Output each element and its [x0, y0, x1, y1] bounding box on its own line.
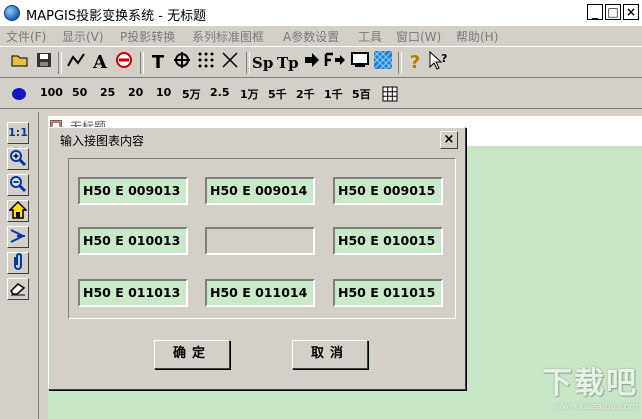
sheet-cell-r3c2[interactable]: H50 E 011014 [205, 279, 315, 307]
menu-params[interactable]: A参数设置 [283, 28, 339, 45]
main-toolbar: A T Sp Tp ? ? [0, 46, 642, 78]
dialog-title: 输入接图表内容 [60, 134, 145, 148]
menu-bar: 文件(F) 显示(V) P投影转换 系列标准图框 A参数设置 工具 窗口(W) … [0, 26, 642, 46]
zoom-out-icon[interactable] [7, 174, 29, 196]
zoom-in-icon[interactable] [7, 148, 29, 170]
blue-dot-icon[interactable] [12, 88, 26, 100]
open-folder-icon[interactable] [10, 51, 30, 75]
watermark-text: 下载吧 [542, 366, 638, 401]
arrow-right-icon[interactable] [302, 51, 322, 75]
scale-1qian-button[interactable]: 1千 [324, 86, 343, 102]
sheet-cell-center-empty[interactable] [205, 227, 315, 255]
toolbar-separator [246, 52, 250, 74]
close-button[interactable]: × [623, 4, 639, 20]
dots-grid-icon[interactable] [196, 51, 216, 75]
menu-help[interactable]: 帮助(H) [456, 28, 498, 45]
scale-50-button[interactable]: 50 [72, 86, 87, 99]
menu-projection[interactable]: P投影转换 [120, 28, 175, 45]
scale-5bai-button[interactable]: 5百 [352, 86, 371, 102]
pan-arrow-icon[interactable] [7, 226, 29, 248]
menu-frame[interactable]: 系列标准图框 [192, 28, 264, 45]
text-tool-button[interactable]: A [90, 51, 110, 75]
toolbar-separator [398, 52, 402, 74]
sheet-cell-r2c3[interactable]: H50 E 010015 [333, 227, 443, 255]
ok-button[interactable]: 确定 [154, 340, 230, 369]
scale-100-button[interactable]: 100 [40, 86, 63, 99]
menu-window[interactable]: 窗口(W) [396, 28, 441, 45]
maximize-button[interactable]: □ [605, 4, 621, 20]
sheet-cell-r2c1[interactable]: H50 E 010013 [78, 227, 188, 255]
scale-1wan-button[interactable]: 1万 [240, 86, 259, 102]
svg-text:?: ? [441, 52, 447, 65]
menu-file[interactable]: 文件(F) [6, 28, 46, 45]
menu-tools[interactable]: 工具 [358, 28, 382, 45]
minimize-button[interactable]: _ [587, 4, 603, 20]
annotation-tool-button[interactable]: T [148, 51, 168, 75]
polyline-icon[interactable] [66, 51, 86, 75]
paperclip-icon[interactable] [7, 252, 29, 274]
sheet-cell-r3c1[interactable]: H50 E 011013 [78, 279, 188, 307]
sheet-cell-r1c1[interactable]: H50 E 009013 [78, 177, 188, 205]
scale-2-5-button[interactable]: 2.5 [210, 86, 230, 99]
window-title: MAPGIS投影变换系统 - 无标题 [26, 9, 207, 24]
sheet-cell-r1c2[interactable]: H50 E 009014 [205, 177, 315, 205]
menu-view[interactable]: 显示(V) [62, 28, 104, 45]
tp-button[interactable]: Tp [277, 51, 299, 75]
cross-x-icon[interactable] [220, 51, 240, 75]
scale-10-button[interactable]: 10 [156, 86, 171, 99]
crosshair-circle-icon[interactable] [172, 51, 192, 75]
sheet-cell-r1c3[interactable]: H50 E 009015 [333, 177, 443, 205]
toolbar-separator [58, 52, 62, 74]
scale-25-button[interactable]: 25 [100, 86, 115, 99]
scale-5wan-button[interactable]: 5万 [182, 86, 201, 102]
zoom-1to1-button[interactable]: 1:1 [7, 122, 29, 144]
watermark-url: www.xiazaiba.com [554, 402, 638, 412]
cancel-button[interactable]: 取消 [292, 340, 368, 369]
scale-20-button[interactable]: 20 [128, 86, 143, 99]
sp-button[interactable]: Sp [252, 51, 273, 75]
no-entry-icon[interactable] [114, 51, 134, 75]
f-arrow-icon[interactable] [324, 51, 346, 75]
scale-toolbar: 100 50 25 20 10 5万 2.5 1万 5千 2千 1千 5百 [0, 79, 642, 109]
save-disk-icon[interactable] [34, 51, 54, 75]
eraser-icon[interactable] [7, 278, 29, 300]
sheet-cell-r3c3[interactable]: H50 E 011015 [333, 279, 443, 307]
dialog-close-button[interactable]: × [440, 131, 458, 149]
toolbar-separator [140, 52, 144, 74]
app-globe-icon[interactable] [4, 5, 20, 21]
pattern-fill-icon[interactable] [373, 50, 393, 75]
home-icon[interactable] [7, 200, 29, 222]
scale-2qian-button[interactable]: 2千 [296, 86, 315, 102]
help-button[interactable]: ? [405, 51, 425, 75]
scale-5qian-button[interactable]: 5千 [268, 86, 287, 102]
grid-icon[interactable] [382, 86, 398, 105]
left-toolbar: 1:1 [0, 110, 38, 419]
monitor-icon[interactable] [350, 51, 370, 75]
download-site-watermark: 下载吧 www.xiazaiba.com [508, 358, 638, 416]
context-help-icon[interactable]: ? [428, 50, 450, 75]
